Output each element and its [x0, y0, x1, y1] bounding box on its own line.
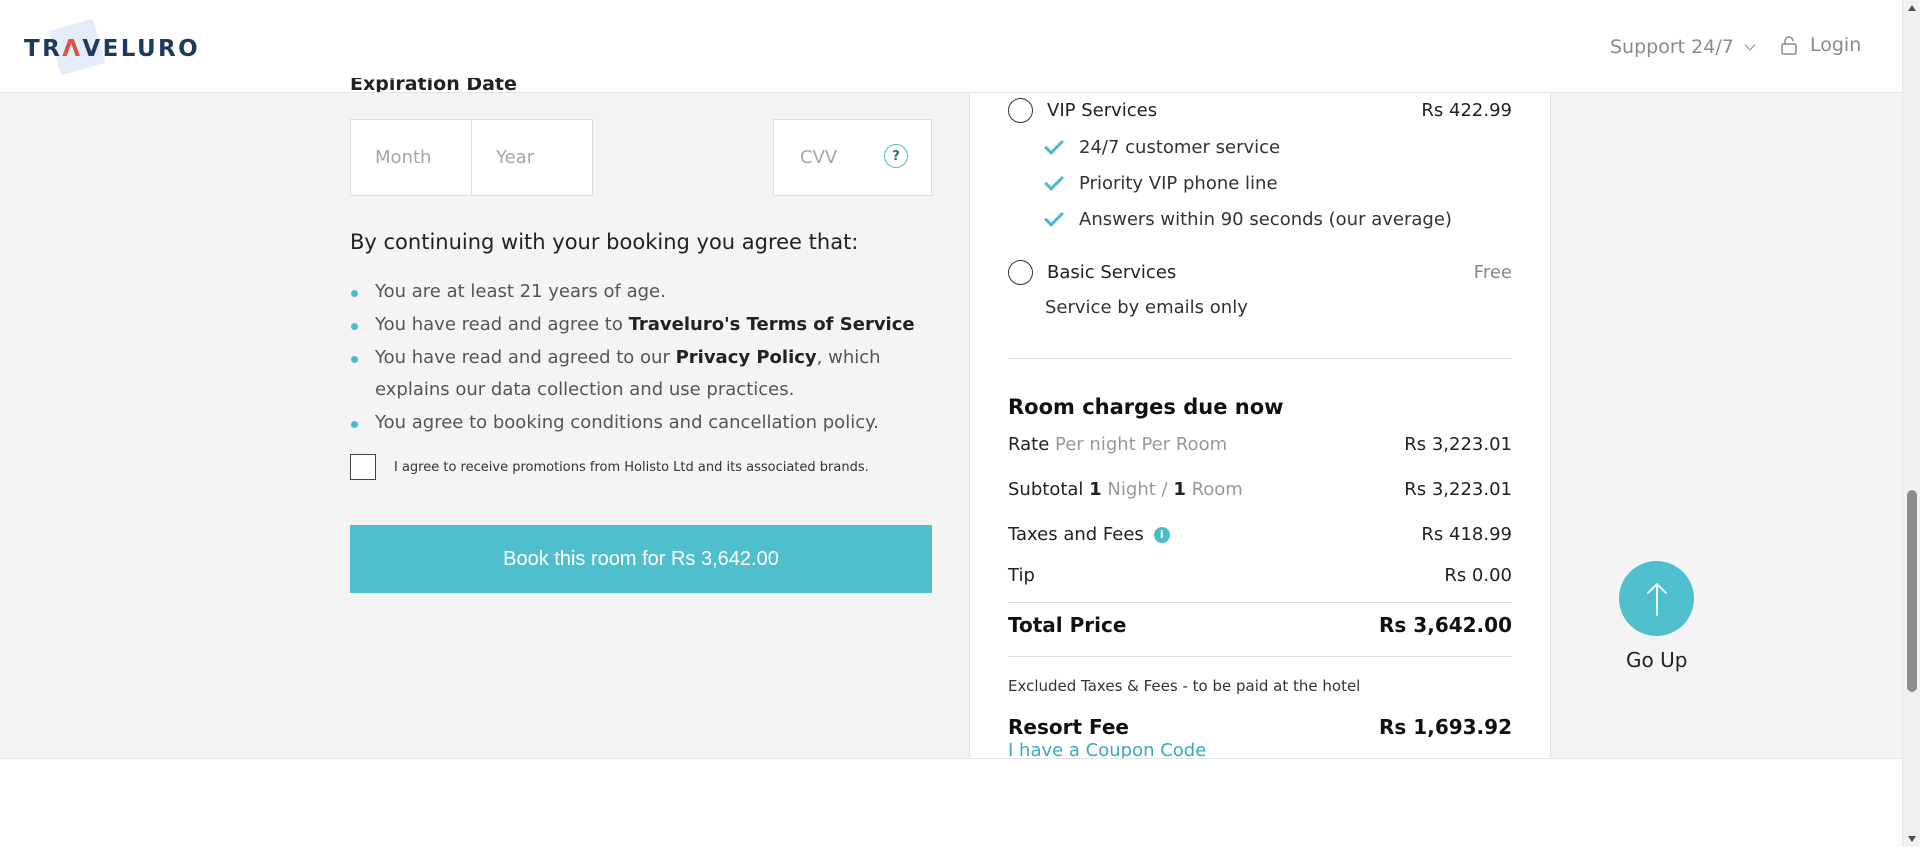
support-label: Support 24/7: [1610, 36, 1734, 58]
vip-feature: Priority VIP phone line: [1044, 170, 1278, 194]
excluded-fees-note: Excluded Taxes & Fees - to be paid at th…: [1008, 677, 1361, 695]
go-up-button[interactable]: [1619, 561, 1694, 636]
scrollbar-thumb[interactable]: [1907, 490, 1917, 692]
check-icon: [1044, 206, 1064, 227]
book-room-button[interactable]: Book this room for Rs 3,642.00: [350, 525, 932, 593]
resort-fee-value: Rs 1,693.92: [1379, 715, 1512, 739]
vip-radio[interactable]: [1008, 98, 1033, 123]
basic-label: Basic Services: [1047, 262, 1177, 283]
list-item: You have read and agreed to our Privacy …: [350, 342, 942, 406]
check-icon: [1044, 170, 1064, 191]
month-field[interactable]: Month: [350, 119, 472, 196]
basic-radio[interactable]: [1008, 260, 1033, 285]
vip-label: VIP Services: [1047, 100, 1158, 121]
basic-price: Free: [1473, 262, 1512, 283]
site-header: TRΛVELURO Support 24/7 Login: [0, 0, 1902, 93]
divider: [1008, 358, 1512, 359]
terms-of-service-link[interactable]: Traveluro's Terms of Service: [629, 314, 915, 335]
year-placeholder: Year: [496, 147, 535, 168]
agreement-title: By continuing with your booking you agre…: [350, 230, 859, 254]
subtotal-row: Subtotal 1 Night / 1 Room Rs 3,223.01: [1008, 479, 1512, 500]
cvv-placeholder: CVV: [800, 147, 838, 168]
taxes-value: Rs 418.99: [1421, 524, 1512, 545]
page-footer: [0, 758, 1902, 847]
page-scrollbar[interactable]: [1902, 0, 1920, 847]
subtotal-value: Rs 3,223.01: [1404, 479, 1512, 500]
total-price-row: Total Price Rs 3,642.00: [1008, 613, 1512, 637]
resort-fee-row: Resort Fee Rs 1,693.92: [1008, 715, 1512, 739]
rate-value: Rs 3,223.01: [1404, 434, 1512, 455]
list-item: You are at least 21 years of age.: [350, 276, 942, 308]
go-up-label[interactable]: Go Up: [1626, 648, 1687, 672]
lock-icon: [1781, 36, 1797, 55]
list-item: You have read and agree to Traveluro's T…: [350, 309, 942, 341]
coupon-code-link[interactable]: I have a Coupon Code: [1008, 740, 1206, 758]
vip-services-option[interactable]: VIP Services Rs 422.99: [1008, 98, 1512, 123]
help-icon[interactable]: ?: [884, 144, 908, 168]
year-field[interactable]: Year: [471, 119, 593, 196]
expiration-date-label: Expiration Date: [350, 78, 517, 92]
price-summary-panel: VIP Services Rs 422.99 24/7 customer ser…: [969, 93, 1551, 758]
scroll-down-arrow-icon[interactable]: [1908, 836, 1916, 842]
traveluro-logo[interactable]: TRΛVELURO: [24, 18, 198, 76]
support-dropdown[interactable]: Support 24/7: [1610, 36, 1756, 58]
cvv-field[interactable]: CVV ?: [773, 119, 932, 196]
divider: [1008, 602, 1512, 603]
promotions-consent: I agree to receive promotions from Holis…: [350, 454, 869, 480]
taxes-row: Taxes and Fees i Rs 418.99: [1008, 524, 1512, 545]
total-price-value: Rs 3,642.00: [1379, 613, 1512, 637]
room-charges-title: Room charges due now: [1008, 395, 1284, 419]
vip-feature: Answers within 90 seconds (our average): [1044, 206, 1452, 230]
month-placeholder: Month: [375, 147, 432, 168]
login-button[interactable]: Login: [1780, 34, 1861, 56]
basic-services-option[interactable]: Basic Services Free: [1008, 260, 1512, 285]
rate-row: Rate Per night Per Room Rs 3,223.01: [1008, 434, 1512, 455]
privacy-policy-link[interactable]: Privacy Policy: [676, 347, 817, 368]
login-label: Login: [1810, 34, 1862, 56]
vip-feature: 24/7 customer service: [1044, 134, 1280, 158]
arrow-up-icon: [1646, 582, 1667, 616]
promotions-checkbox[interactable]: [350, 454, 376, 480]
info-icon[interactable]: i: [1153, 526, 1170, 543]
vip-price: Rs 422.99: [1421, 100, 1512, 121]
promotions-label: I agree to receive promotions from Holis…: [394, 459, 869, 475]
divider: [1008, 656, 1512, 657]
scroll-up-arrow-icon[interactable]: [1908, 5, 1916, 11]
logo-text: TRΛVELURO: [24, 36, 201, 62]
check-icon: [1044, 134, 1064, 155]
tip-value: Rs 0.00: [1444, 565, 1512, 586]
basic-note: Service by emails only: [1045, 297, 1248, 318]
chevron-down-icon: [1744, 38, 1756, 51]
list-item: You agree to booking conditions and canc…: [350, 407, 942, 439]
agreement-list: You are at least 21 years of age. You ha…: [350, 276, 942, 440]
tip-row: Tip Rs 0.00: [1008, 565, 1512, 586]
